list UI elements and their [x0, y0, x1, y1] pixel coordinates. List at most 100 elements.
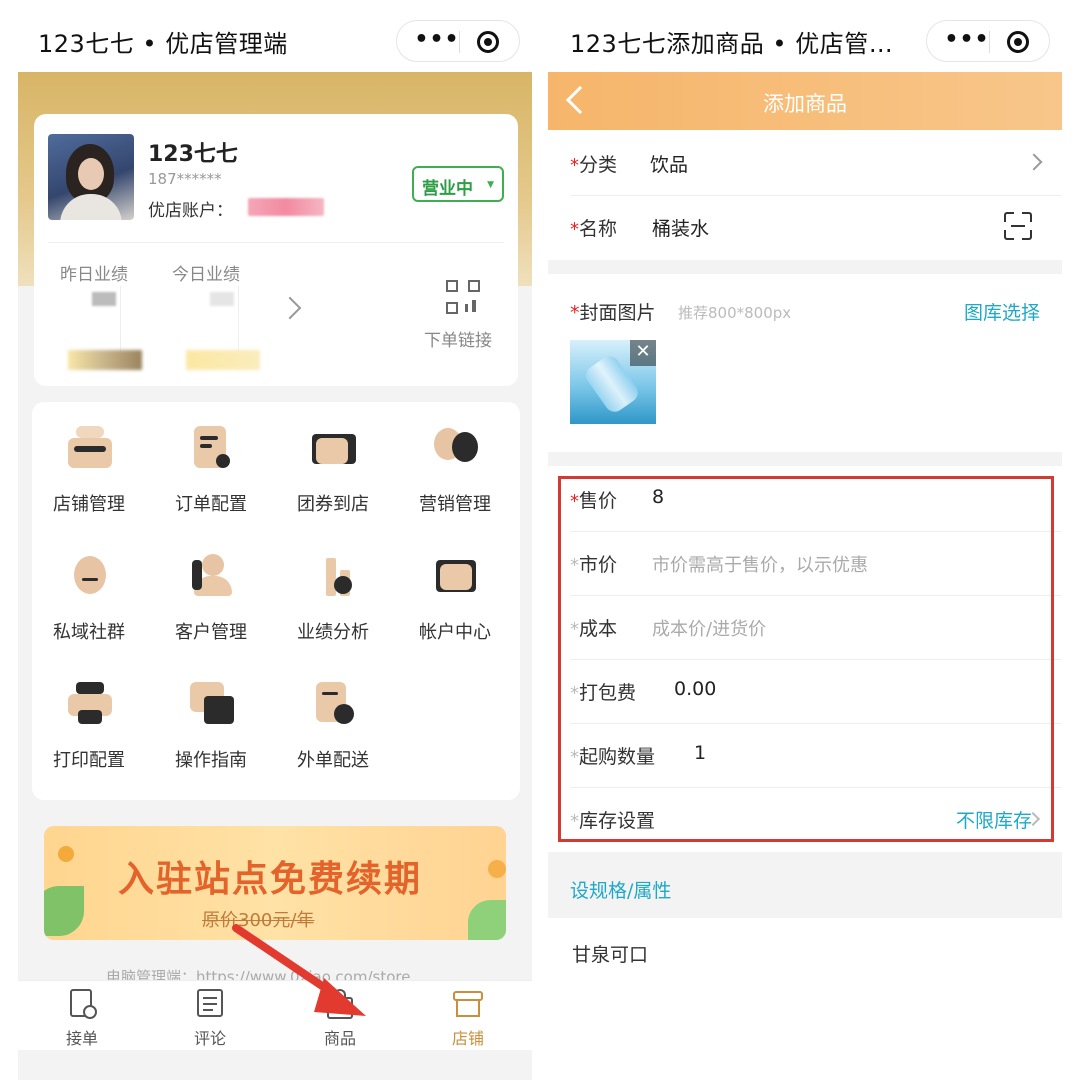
- analytics-icon: [310, 552, 358, 600]
- order-link-label[interactable]: 下单链接: [424, 326, 492, 351]
- menu-item-customer-management[interactable]: 客户管理: [156, 530, 266, 650]
- menu-item-store-management[interactable]: 店铺管理: [34, 402, 144, 522]
- page-title: 添加商品: [763, 92, 847, 116]
- shop-home-screen: 123七七 • 优店管理端 ••• 123七七 187****** 优店账户： …: [18, 0, 532, 1080]
- menu-item-account-center[interactable]: 帐户中心: [400, 530, 510, 650]
- cover-size-hint: 推荐800*800px: [678, 304, 792, 322]
- add-product-screen: 123七七添加商品 • 优店管… ••• 添加商品 *分类 饮品 *名称 桶装水…: [548, 0, 1062, 1080]
- menu-item-group-coupon[interactable]: 团券到店: [278, 402, 388, 522]
- leaf-decoration: [44, 886, 84, 936]
- required-mark: *: [570, 155, 579, 176]
- guide-chat-icon: [188, 680, 236, 728]
- order-receive-icon: [67, 989, 97, 1019]
- chevron-right-icon[interactable]: [278, 296, 302, 320]
- cover-label-text: 封面图片: [579, 302, 656, 324]
- category-label: *分类: [570, 150, 617, 177]
- product-name-text: 甘泉可口: [572, 944, 649, 966]
- mini-program-capsule: •••: [396, 20, 520, 62]
- name-label: *名称: [570, 214, 617, 241]
- leaf-decoration: [468, 900, 506, 940]
- yesterday-performance-value: [68, 286, 142, 372]
- menu-label: 营销管理: [419, 494, 491, 515]
- scan-icon[interactable]: [1004, 212, 1032, 240]
- gallery-select-link[interactable]: 图库选择: [964, 298, 1040, 325]
- spec-attribute-link[interactable]: 设规格/属性: [570, 876, 671, 903]
- close-mini-program-icon[interactable]: [1007, 31, 1029, 53]
- menu-item-performance-analysis[interactable]: 业绩分析: [278, 530, 388, 650]
- banner-title: 入驻站点免费续期: [118, 859, 423, 900]
- menu-item-print-config[interactable]: 打印配置: [34, 658, 144, 778]
- red-arrow-annotation: [232, 924, 366, 1016]
- dropdown-caret-icon: ▼: [487, 180, 494, 190]
- window-title: 123七七添加商品 • 优店管…: [570, 30, 894, 58]
- customer-icon: [188, 552, 236, 600]
- category-row[interactable]: *分类 饮品: [570, 132, 1062, 196]
- coupon-icon: [310, 424, 358, 472]
- status-label: 营业中: [422, 179, 473, 199]
- qr-code-icon[interactable]: [446, 280, 480, 314]
- cover-image-label: *封面图片: [570, 298, 656, 325]
- menu-label: 业绩分析: [297, 622, 369, 643]
- category-label-text: 分类: [579, 154, 618, 176]
- redacted-account: [248, 198, 324, 216]
- mini-program-title-bar: 123七七 • 优店管理端 •••: [18, 0, 532, 72]
- menu-item-operation-guide[interactable]: 操作指南: [156, 658, 266, 778]
- menu-label: 私域社群: [53, 622, 125, 643]
- close-mini-program-icon[interactable]: [477, 31, 499, 53]
- community-icon: [66, 552, 114, 600]
- chevron-right-icon: [1025, 153, 1043, 171]
- name-row: *名称 桶装水: [570, 196, 1062, 260]
- required-mark: *: [570, 219, 579, 240]
- remove-image-icon[interactable]: ✕: [630, 340, 656, 366]
- shop-icon: [453, 989, 483, 1019]
- printer-icon: [66, 680, 114, 728]
- order-settings-icon: [188, 424, 236, 472]
- menu-label: 团券到店: [297, 494, 369, 515]
- leaf-decoration: [488, 860, 506, 878]
- shop-name: 123七七: [148, 142, 238, 167]
- menu-item-marketing[interactable]: 营销管理: [400, 402, 510, 522]
- capsule-divider: [989, 31, 990, 53]
- section-gap: [548, 452, 1062, 466]
- profile-card: 123七七 187****** 优店账户： 营业中 ▼ 昨日业绩 今日业绩 下单…: [34, 114, 518, 386]
- today-performance-label: 今日业绩: [172, 265, 240, 285]
- phone-number: 187******: [148, 170, 222, 188]
- leaf-decoration: [58, 846, 74, 862]
- store-box-icon: [66, 424, 114, 472]
- menu-label: 外单配送: [297, 750, 369, 771]
- menu-label: 帐户中心: [419, 622, 491, 643]
- divider: [48, 242, 504, 243]
- delivery-icon: [310, 680, 358, 728]
- tab-shop[interactable]: 店铺: [428, 989, 508, 1049]
- today-performance-value: [186, 286, 260, 372]
- menu-label: 打印配置: [53, 750, 125, 771]
- comment-icon: [195, 989, 225, 1019]
- mini-program-title-bar: 123七七添加商品 • 优店管… •••: [548, 0, 1062, 72]
- avatar[interactable]: [48, 134, 134, 220]
- cover-image-thumbnail[interactable]: ✕: [570, 340, 656, 424]
- menu-item-order-config[interactable]: 订单配置: [156, 402, 266, 522]
- menu-label: 客户管理: [175, 622, 247, 643]
- more-icon[interactable]: •••: [941, 29, 993, 51]
- tab-label: 接单: [65, 1029, 98, 1048]
- balloon-icon: [432, 424, 480, 472]
- menu-item-private-community[interactable]: 私域社群: [34, 530, 144, 650]
- window-title: 123七七 • 优店管理端: [38, 30, 288, 58]
- tab-label: 店铺: [451, 1029, 484, 1048]
- business-status-button[interactable]: 营业中 ▼: [412, 166, 504, 202]
- yesterday-performance-label: 昨日业绩: [60, 265, 128, 285]
- name-label-text: 名称: [579, 218, 618, 240]
- wallet-icon: [432, 552, 480, 600]
- red-highlight-box: [558, 476, 1054, 842]
- page-header: 添加商品: [548, 72, 1062, 130]
- menu-label: 操作指南: [175, 750, 247, 771]
- function-menu: 店铺管理 订单配置 团券到店 营销管理 私域社群 客户管理 业绩分析 帐户中心 …: [32, 402, 520, 800]
- category-value: 饮品: [650, 154, 689, 176]
- menu-label: 订单配置: [175, 494, 247, 515]
- name-input[interactable]: 桶装水: [652, 214, 709, 241]
- more-icon[interactable]: •••: [411, 29, 463, 51]
- tab-receive-orders[interactable]: 接单: [42, 989, 122, 1049]
- menu-item-external-delivery[interactable]: 外单配送: [278, 658, 388, 778]
- required-mark: *: [570, 302, 580, 324]
- mini-program-capsule: •••: [926, 20, 1050, 62]
